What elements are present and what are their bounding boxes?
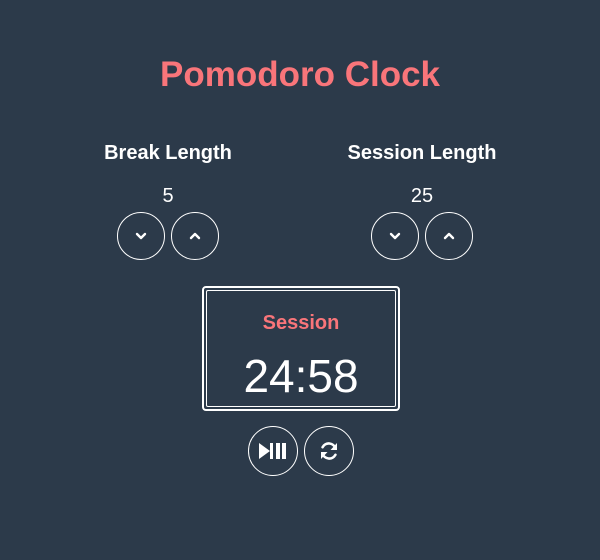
chevron-down-icon <box>135 232 147 240</box>
break-increment-button[interactable] <box>171 212 219 260</box>
session-length-buttons <box>312 212 532 260</box>
play-pause-icon <box>259 443 286 459</box>
app-title: Pomodoro Clock <box>159 55 441 94</box>
reset-button[interactable] <box>304 426 354 476</box>
session-length-control: Session Length 25 <box>312 140 532 260</box>
session-increment-button[interactable] <box>425 212 473 260</box>
break-length-label: Break Length <box>104 142 232 164</box>
session-decrement-button[interactable] <box>371 212 419 260</box>
chevron-up-icon <box>189 232 201 240</box>
timer-inner-frame: Session 24:58 <box>206 290 396 407</box>
break-decrement-button[interactable] <box>117 212 165 260</box>
time-left: 24:58 <box>243 350 359 402</box>
start-stop-button[interactable] <box>248 426 298 476</box>
break-length-buttons <box>58 212 278 260</box>
timer-controls <box>248 426 354 476</box>
break-length-control: Break Length 5 <box>58 140 278 260</box>
session-length-label: Session Length <box>347 142 497 164</box>
session-length-value: 25 <box>410 185 434 207</box>
chevron-down-icon <box>389 232 401 240</box>
timer-label: Session <box>262 312 340 334</box>
chevron-up-icon <box>443 232 455 240</box>
break-length-value: 5 <box>162 185 174 207</box>
refresh-icon <box>321 442 337 460</box>
timer-display: Session 24:58 <box>202 286 400 411</box>
